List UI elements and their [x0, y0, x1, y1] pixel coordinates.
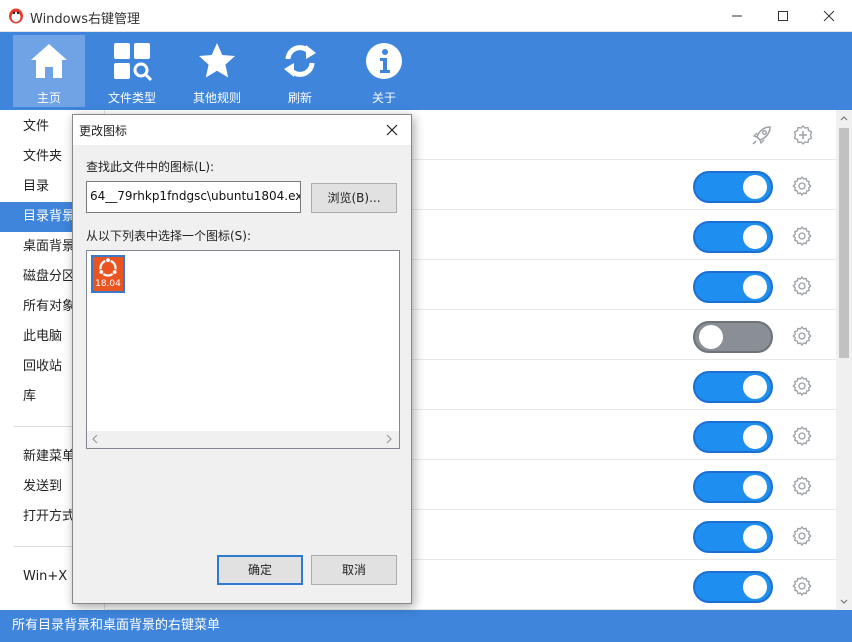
info-icon: [366, 43, 402, 79]
toggle-knob: [743, 425, 767, 449]
sidebar-item-label: 发送到: [23, 479, 63, 494]
file-path-label: 查找此文件中的图标(L):: [86, 160, 215, 174]
horizontal-scrollbar[interactable]: [87, 431, 399, 448]
window-title: Windows右键管理: [30, 12, 141, 27]
rocket-icon[interactable]: [751, 124, 773, 146]
sidebar-item-label: 文件: [23, 119, 50, 134]
enable-toggle[interactable]: [693, 371, 773, 403]
gear-icon[interactable]: [792, 425, 812, 447]
toolbar-file-types-button[interactable]: 文件类型: [96, 35, 168, 107]
toggle-knob: [743, 375, 767, 399]
chevron-down-icon: [840, 599, 848, 604]
toolbar-label: 关于: [371, 91, 396, 105]
toggle-knob: [699, 325, 723, 349]
file-path-input[interactable]: 64__79rhkp1fndgsc\ubuntu1804.exe: [86, 181, 301, 213]
sidebar-item-label: 所有对象: [23, 299, 76, 314]
sidebar-item-label: 桌面背景: [23, 239, 76, 254]
add-item-icon[interactable]: [792, 124, 814, 146]
minimize-icon: [732, 15, 742, 17]
enable-toggle[interactable]: [693, 221, 773, 253]
title-bar: Windows右键管理: [0, 0, 852, 32]
scroll-down-arrow[interactable]: [836, 594, 852, 610]
home-icon: [31, 44, 67, 78]
icon-list-item-selected[interactable]: 18.04: [91, 255, 125, 293]
toggle-knob: [743, 275, 767, 299]
chevron-up-icon: [840, 116, 848, 121]
sidebar-item-label: 库: [23, 389, 37, 404]
enable-toggle[interactable]: [693, 271, 773, 303]
gear-icon[interactable]: [792, 175, 812, 197]
ubuntu-icon: 18.04: [93, 257, 123, 291]
icon-caption: 18.04: [95, 279, 121, 289]
toolbar-home-button[interactable]: 主页: [13, 35, 85, 107]
sidebar-item-label: 文件夹: [23, 149, 63, 164]
toolbar-about-button[interactable]: 关于: [348, 35, 420, 107]
close-icon[interactable]: [385, 123, 399, 137]
toolbar-other-rules-button[interactable]: 其他规则: [181, 35, 253, 107]
toolbar-label: 主页: [36, 91, 61, 105]
dialog-title-bar: 更改图标: [73, 115, 411, 145]
change-icon-dialog: 更改图标 查找此文件中的图标(L): 64__79rhkp1fndgsc\ubu…: [72, 114, 412, 604]
sidebar-item-label: 回收站: [23, 359, 63, 374]
toggle-knob: [743, 575, 767, 599]
scroll-up-arrow[interactable]: [836, 110, 852, 126]
toggle-knob: [743, 225, 767, 249]
maximize-button[interactable]: [760, 0, 806, 32]
enable-toggle[interactable]: [693, 471, 773, 503]
toolbar-label: 文件类型: [107, 91, 156, 105]
sidebar-item-label: 目录: [23, 179, 50, 194]
close-icon: [823, 10, 835, 22]
enable-toggle[interactable]: [693, 521, 773, 553]
sidebar-item-label: 打开方式: [23, 509, 76, 524]
ubuntu-logo-icon: [98, 257, 118, 277]
toolbar: 主页 文件类型 其他规则 刷新 关于: [0, 32, 852, 110]
star-icon: [199, 43, 235, 78]
toolbar-refresh-button[interactable]: 刷新: [264, 35, 336, 107]
sidebar-item-label: 此电脑: [23, 329, 63, 344]
browse-button[interactable]: 浏览(B)...: [311, 183, 397, 213]
enable-toggle[interactable]: [693, 571, 773, 603]
status-bar: 所有目录背景和桌面背景的右键菜单: [0, 610, 852, 642]
toolbar-label: 其他规则: [192, 91, 241, 105]
minimize-button[interactable]: [714, 0, 760, 32]
gear-icon[interactable]: [792, 575, 812, 597]
app-icon: [9, 8, 23, 24]
close-button[interactable]: [806, 0, 852, 32]
sidebar-item-label: Win+X: [23, 569, 68, 584]
toggle-knob: [743, 175, 767, 199]
refresh-icon: [284, 45, 316, 77]
gear-icon[interactable]: [792, 475, 812, 497]
dialog-title: 更改图标: [79, 124, 128, 138]
toggle-knob: [743, 525, 767, 549]
gear-icon[interactable]: [792, 325, 812, 347]
sidebar-item-label: 新建菜单: [23, 449, 76, 464]
sidebar-item-label: 目录背景: [23, 209, 76, 224]
icon-list-label: 从以下列表中选择一个图标(S):: [86, 229, 252, 243]
cancel-button[interactable]: 取消: [311, 555, 397, 585]
ok-button[interactable]: 确定: [217, 555, 303, 585]
status-text: 所有目录背景和桌面背景的右键菜单: [12, 618, 221, 633]
gear-icon[interactable]: [792, 275, 812, 297]
enable-toggle[interactable]: [693, 321, 773, 353]
icon-list[interactable]: 18.04: [86, 250, 400, 449]
gear-icon[interactable]: [792, 225, 812, 247]
vertical-scrollbar[interactable]: [836, 110, 852, 610]
toolbar-label: 刷新: [287, 91, 312, 105]
maximize-icon: [778, 11, 788, 21]
chevron-right-icon[interactable]: [385, 434, 393, 444]
scroll-thumb[interactable]: [839, 128, 849, 358]
file-types-icon: [114, 43, 152, 81]
chevron-left-icon[interactable]: [91, 434, 99, 444]
enable-toggle[interactable]: [693, 171, 773, 203]
gear-icon[interactable]: [792, 525, 812, 547]
enable-toggle[interactable]: [693, 421, 773, 453]
gear-icon[interactable]: [792, 375, 812, 397]
toggle-knob: [743, 475, 767, 499]
sidebar-item-label: 磁盘分区: [23, 269, 76, 284]
